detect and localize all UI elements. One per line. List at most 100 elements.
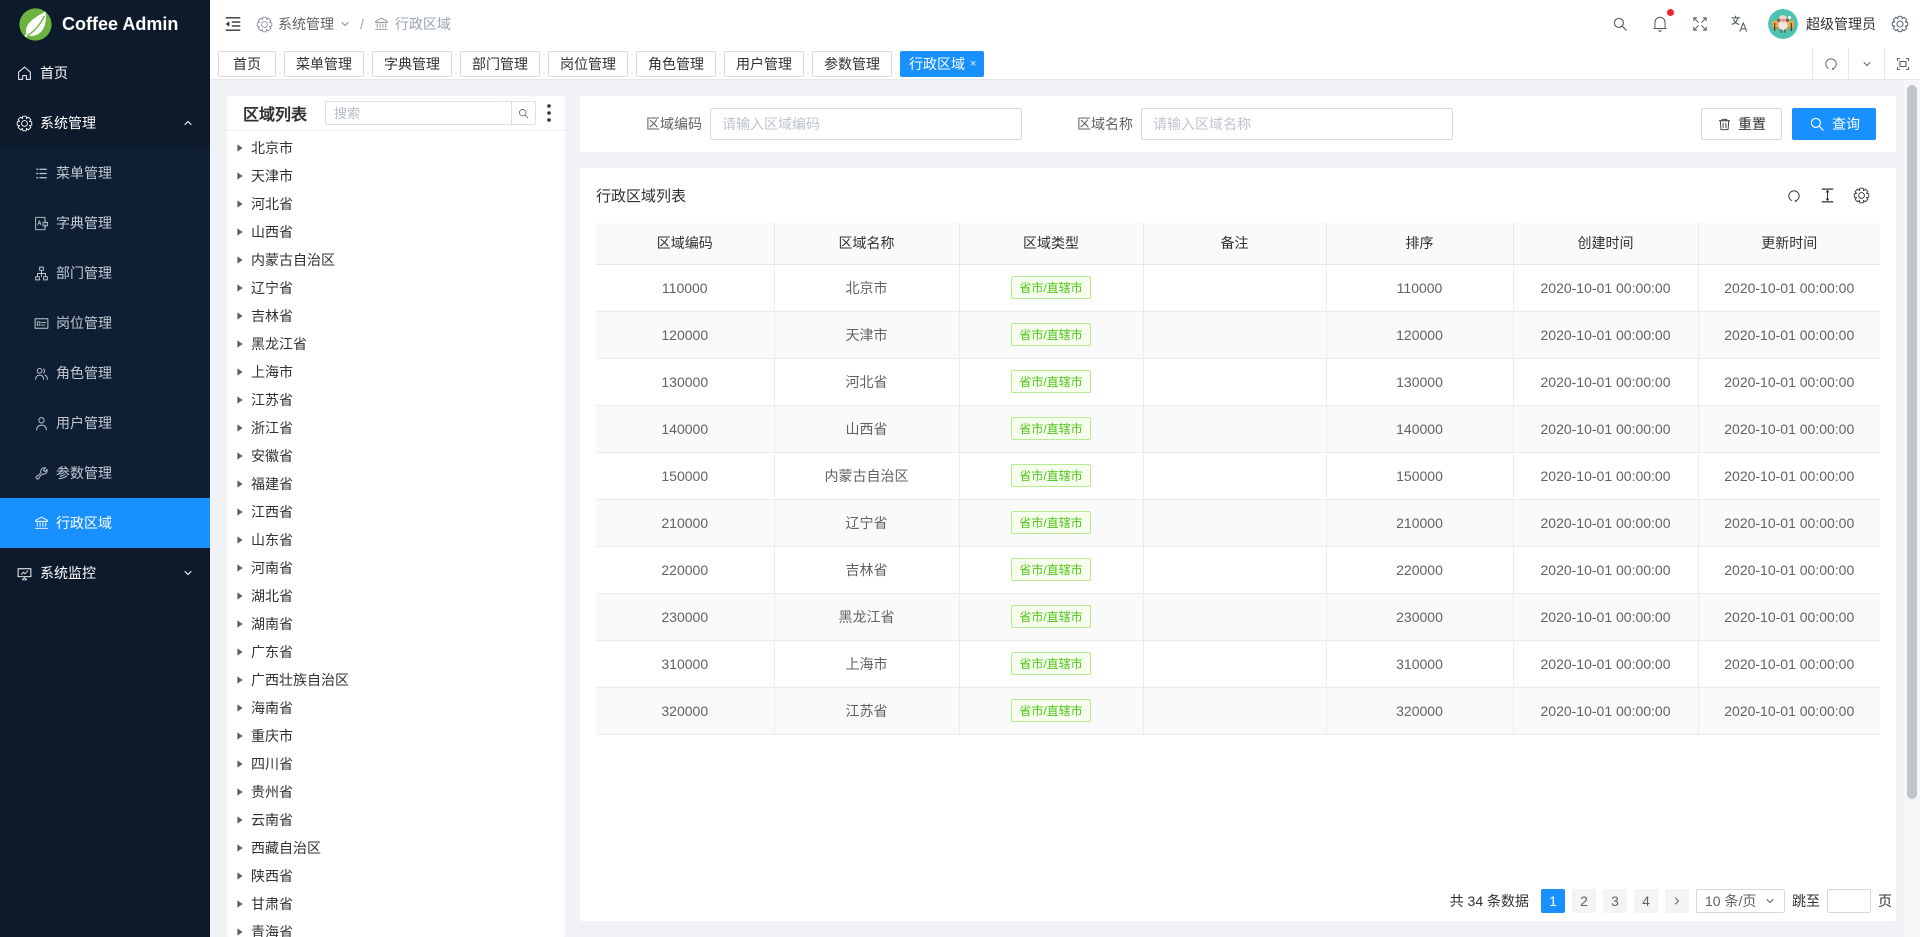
tree-item-甘肃省[interactable]: 甘肃省 <box>237 890 565 918</box>
tree-item-重庆市[interactable]: 重庆市 <box>237 722 565 750</box>
logo[interactable]: Coffee Admin <box>0 0 210 48</box>
tree-caret-icon[interactable] <box>237 620 251 628</box>
tree-caret-icon[interactable] <box>237 172 251 180</box>
tab-角色管理[interactable]: 角色管理 <box>636 51 716 77</box>
tree-search-input[interactable] <box>325 101 511 125</box>
sidebar-item-首页[interactable]: 首页 <box>0 48 210 98</box>
tree-item-河北省[interactable]: 河北省 <box>237 190 565 218</box>
tree-caret-icon[interactable] <box>237 536 251 544</box>
tree-caret-icon[interactable] <box>237 732 251 740</box>
more-options-icon[interactable] <box>542 104 555 122</box>
query-input-区域编码[interactable] <box>710 108 1022 140</box>
tree-item-河南省[interactable]: 河南省 <box>237 554 565 582</box>
breadcrumb-item-系统管理[interactable]: 系统管理 <box>256 14 351 34</box>
tab-首页[interactable]: 首页 <box>218 51 276 77</box>
user-name[interactable]: 超级管理员 <box>1806 14 1876 34</box>
tree-item-云南省[interactable]: 云南省 <box>237 806 565 834</box>
tree-caret-icon[interactable] <box>237 872 251 880</box>
tree-caret-icon[interactable] <box>237 676 251 684</box>
refresh-icon[interactable] <box>1786 188 1802 204</box>
tree-caret-icon[interactable] <box>237 704 251 712</box>
tree-caret-icon[interactable] <box>237 452 251 460</box>
tree-caret-icon[interactable] <box>237 200 251 208</box>
next-page-button[interactable] <box>1665 889 1689 913</box>
tree-item-天津市[interactable]: 天津市 <box>237 162 565 190</box>
tab-岗位管理[interactable]: 岗位管理 <box>548 51 628 77</box>
tab-部门管理[interactable]: 部门管理 <box>460 51 540 77</box>
tree-item-山东省[interactable]: 山东省 <box>237 526 565 554</box>
tree-item-贵州省[interactable]: 贵州省 <box>237 778 565 806</box>
avatar[interactable] <box>1768 9 1798 39</box>
chevron-down-icon[interactable] <box>1848 48 1884 80</box>
tree-caret-icon[interactable] <box>237 424 251 432</box>
breadcrumb-item-行政区域[interactable]: 行政区域 <box>373 14 451 34</box>
tree-item-安徽省[interactable]: 安徽省 <box>237 442 565 470</box>
tree-item-四川省[interactable]: 四川省 <box>237 750 565 778</box>
table-row-210000[interactable]: 210000 辽宁省 省市/直辖市 210000 2020-10-01 00:0… <box>596 499 1880 546</box>
sidebar-item-部门管理[interactable]: 部门管理 <box>0 248 210 298</box>
tree-caret-icon[interactable] <box>237 844 251 852</box>
page-button-1[interactable]: 1 <box>1541 889 1565 913</box>
query-input-区域名称[interactable] <box>1141 108 1453 140</box>
table-row-320000[interactable]: 320000 江苏省 省市/直辖市 320000 2020-10-01 00:0… <box>596 687 1880 734</box>
tree-caret-icon[interactable] <box>237 480 251 488</box>
tree-caret-icon[interactable] <box>237 256 251 264</box>
tree-item-广东省[interactable]: 广东省 <box>237 638 565 666</box>
tab-用户管理[interactable]: 用户管理 <box>724 51 804 77</box>
settings-gear-icon[interactable] <box>1880 0 1920 48</box>
table-row-130000[interactable]: 130000 河北省 省市/直辖市 130000 2020-10-01 00:0… <box>596 358 1880 405</box>
table-row-140000[interactable]: 140000 山西省 省市/直辖市 140000 2020-10-01 00:0… <box>596 405 1880 452</box>
tree-item-辽宁省[interactable]: 辽宁省 <box>237 274 565 302</box>
tree-item-江苏省[interactable]: 江苏省 <box>237 386 565 414</box>
translate-icon[interactable] <box>1720 0 1760 48</box>
jump-page-input[interactable] <box>1827 889 1871 913</box>
tree-caret-icon[interactable] <box>237 144 251 152</box>
tree-item-浙江省[interactable]: 浙江省 <box>237 414 565 442</box>
search-button[interactable]: 查询 <box>1792 108 1876 140</box>
sidebar-item-用户管理[interactable]: 用户管理 <box>0 398 210 448</box>
column-settings-icon[interactable] <box>1853 187 1870 204</box>
page-button-4[interactable]: 4 <box>1634 889 1658 913</box>
sidebar-item-行政区域[interactable]: 行政区域 <box>0 498 210 548</box>
menu-fold-icon[interactable] <box>224 15 242 33</box>
tree-item-山西省[interactable]: 山西省 <box>237 218 565 246</box>
table-row-120000[interactable]: 120000 天津市 省市/直辖市 120000 2020-10-01 00:0… <box>596 311 1880 358</box>
tree-search-button[interactable] <box>511 101 536 125</box>
table-row-230000[interactable]: 230000 黑龙江省 省市/直辖市 230000 2020-10-01 00:… <box>596 593 1880 640</box>
table-row-220000[interactable]: 220000 吉林省 省市/直辖市 220000 2020-10-01 00:0… <box>596 546 1880 593</box>
tree-item-福建省[interactable]: 福建省 <box>237 470 565 498</box>
tree-item-湖北省[interactable]: 湖北省 <box>237 582 565 610</box>
tree-caret-icon[interactable] <box>237 928 251 936</box>
tree-caret-icon[interactable] <box>237 368 251 376</box>
sidebar-item-字典管理[interactable]: 字典管理 <box>0 198 210 248</box>
tree-item-吉林省[interactable]: 吉林省 <box>237 302 565 330</box>
scrollbar-thumb[interactable] <box>1907 85 1917 799</box>
tree-caret-icon[interactable] <box>237 592 251 600</box>
tree-item-陕西省[interactable]: 陕西省 <box>237 862 565 890</box>
tab-行政区域[interactable]: 行政区域× <box>900 51 984 77</box>
tree-item-湖南省[interactable]: 湖南省 <box>237 610 565 638</box>
tree-item-江西省[interactable]: 江西省 <box>237 498 565 526</box>
tab-字典管理[interactable]: 字典管理 <box>372 51 452 77</box>
tree-item-广西壮族自治区[interactable]: 广西壮族自治区 <box>237 666 565 694</box>
tree-caret-icon[interactable] <box>237 564 251 572</box>
tree-item-青海省[interactable]: 青海省 <box>237 918 565 937</box>
tree-caret-icon[interactable] <box>237 396 251 404</box>
minimize-frame-icon[interactable] <box>1884 48 1920 80</box>
notification-bell-icon[interactable] <box>1640 0 1680 48</box>
sidebar-item-参数管理[interactable]: 参数管理 <box>0 448 210 498</box>
tab-close-icon[interactable]: × <box>970 58 976 70</box>
tree-caret-icon[interactable] <box>237 816 251 824</box>
tree-item-内蒙古自治区[interactable]: 内蒙古自治区 <box>237 246 565 274</box>
refresh-icon[interactable] <box>1812 48 1848 80</box>
page-size-select[interactable]: 10 条/页 <box>1696 889 1785 913</box>
tree-caret-icon[interactable] <box>237 900 251 908</box>
tree-caret-icon[interactable] <box>237 760 251 768</box>
table-row-150000[interactable]: 150000 内蒙古自治区 省市/直辖市 150000 2020-10-01 0… <box>596 452 1880 499</box>
sidebar-item-角色管理[interactable]: 角色管理 <box>0 348 210 398</box>
tree-caret-icon[interactable] <box>237 312 251 320</box>
tab-参数管理[interactable]: 参数管理 <box>812 51 892 77</box>
tree-caret-icon[interactable] <box>237 340 251 348</box>
tree-item-黑龙江省[interactable]: 黑龙江省 <box>237 330 565 358</box>
search-icon[interactable] <box>1600 0 1640 48</box>
